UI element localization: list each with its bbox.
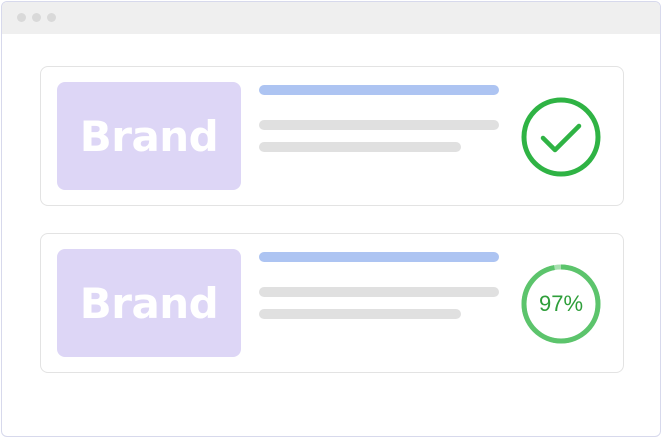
window-title-bar [2,2,660,34]
brand-card[interactable]: Brand [40,66,624,206]
brand-logo-text: Brand [79,278,219,328]
check-circle-icon [519,95,603,179]
text-placeholder-bar [259,120,499,130]
text-placeholder-bar [259,309,461,319]
brand-logo-text: Brand [79,111,219,161]
progress-percent-label: 97% [538,291,584,316]
text-placeholder-bar [259,142,461,152]
brand-logo: Brand [57,249,241,357]
title-placeholder-bar [259,85,499,95]
window-control-dot[interactable] [32,13,41,22]
app-window: Brand Brand 97% [1,1,661,437]
window-control-dot[interactable] [17,13,26,22]
brand-card[interactable]: Brand 97% [40,233,624,373]
window-control-dot[interactable] [47,13,56,22]
progress-ring-icon: 97% [519,262,603,346]
text-placeholder-bar [259,287,499,297]
brand-logo: Brand [57,82,241,190]
title-placeholder-bar [259,252,499,262]
